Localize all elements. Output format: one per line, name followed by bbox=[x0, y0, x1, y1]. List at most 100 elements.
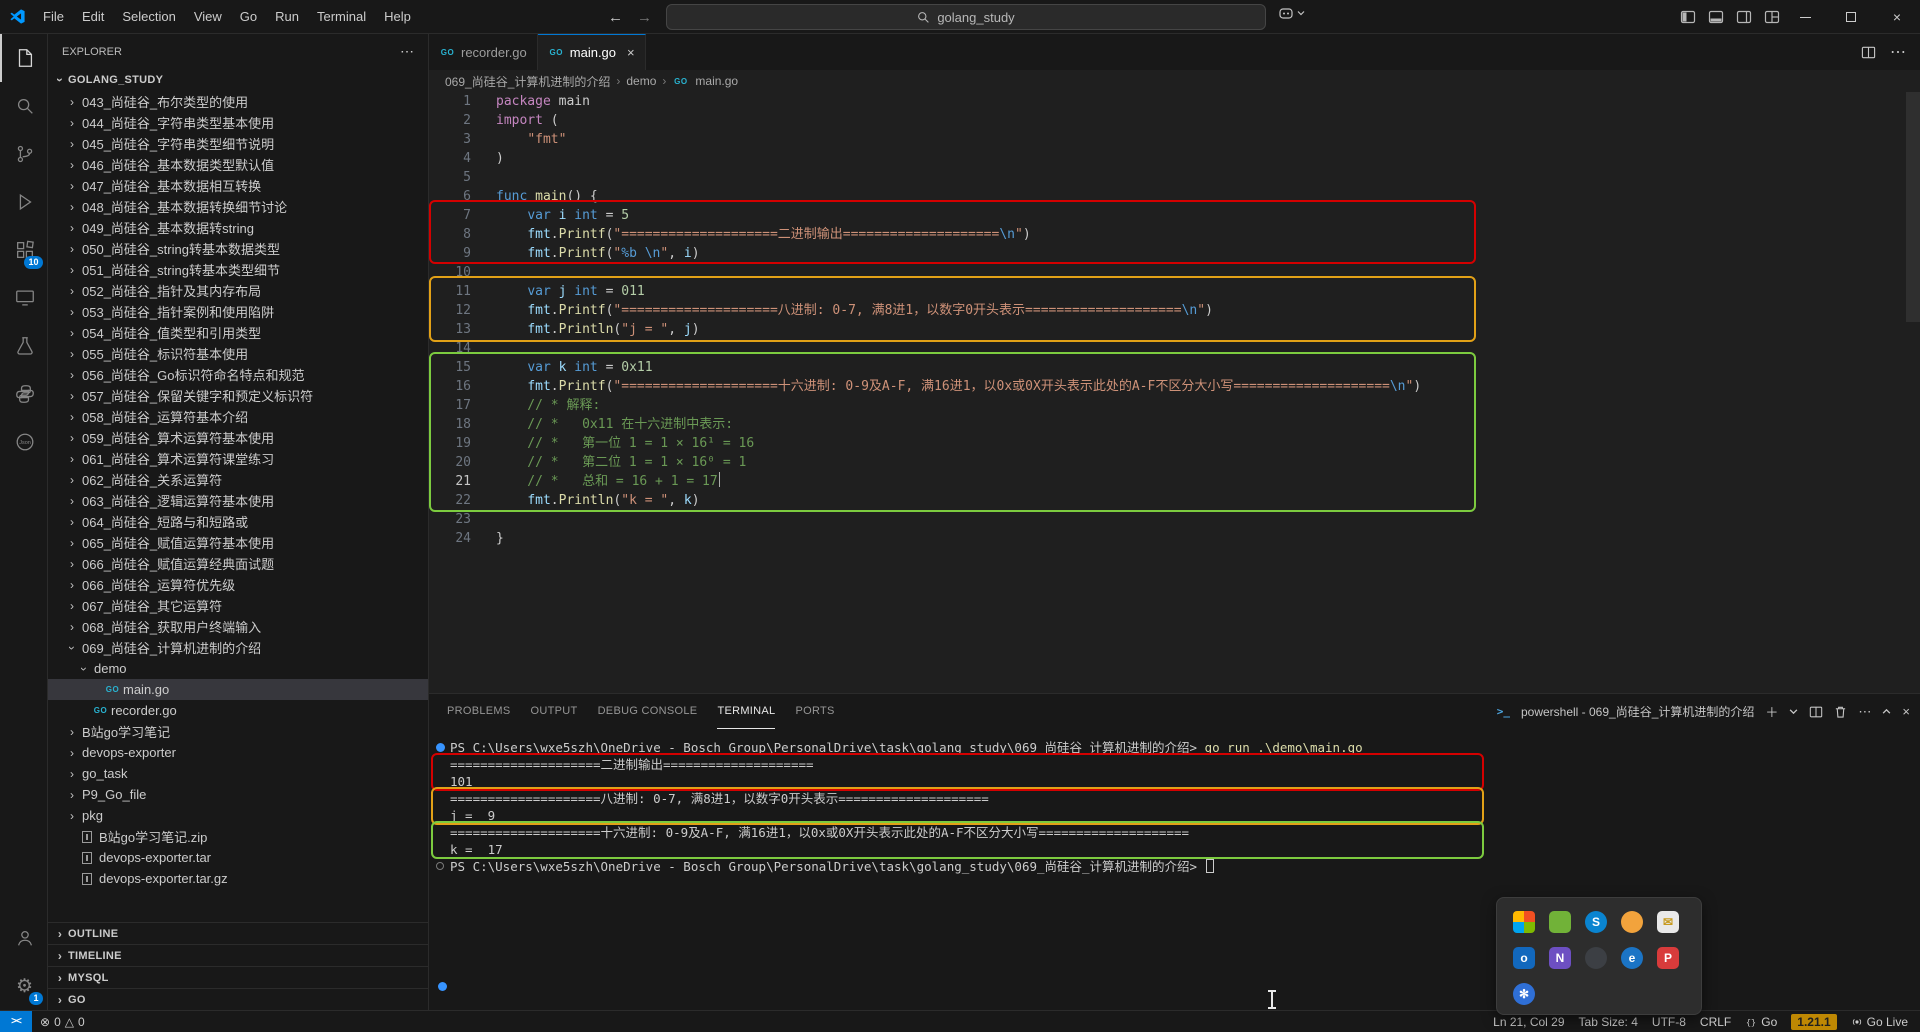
terminal-line[interactable]: j = 9 bbox=[450, 807, 1920, 824]
code-line[interactable]: 12 fmt.Printf("====================八进制: … bbox=[429, 301, 1920, 320]
code-line[interactable]: 9 fmt.Printf("%b \n", i) bbox=[429, 244, 1920, 263]
toggle-panel-icon[interactable] bbox=[1708, 9, 1724, 25]
code-line[interactable]: 3 "fmt" bbox=[429, 130, 1920, 149]
testing-icon[interactable] bbox=[0, 322, 48, 370]
tray-app-icon-2[interactable] bbox=[1549, 911, 1571, 933]
tray-app-icon-11[interactable]: ✻ bbox=[1513, 983, 1535, 1005]
split-terminal-icon[interactable] bbox=[1809, 705, 1823, 719]
panel-tab-problems[interactable]: PROBLEMS bbox=[447, 694, 511, 729]
code-line[interactable]: 22 fmt.Println("k = ", k) bbox=[429, 491, 1920, 510]
tree-item[interactable]: › 069_尚硅谷_计算机进制的介绍 bbox=[48, 637, 428, 658]
line-number[interactable]: 20 bbox=[429, 453, 471, 472]
line-number[interactable]: 24 bbox=[429, 529, 471, 548]
minimize-button[interactable] bbox=[1782, 0, 1828, 34]
section-outline[interactable]: › OUTLINE bbox=[48, 922, 428, 944]
breadcrumb-folder[interactable]: 069_尚硅谷_计算机进制的介绍 bbox=[445, 73, 610, 90]
menu-terminal[interactable]: Terminal bbox=[308, 0, 375, 33]
tree-item[interactable]: › 054_尚硅谷_值类型和引用类型 bbox=[48, 322, 428, 343]
panel-more-icon[interactable]: ⋯ bbox=[1858, 704, 1871, 720]
editor-scrollbar[interactable] bbox=[1906, 92, 1920, 322]
tree-item[interactable]: › 065_尚硅谷_赋值运算符基本使用 bbox=[48, 532, 428, 553]
tree-item[interactable]: › 044_尚硅谷_字符串类型基本使用 bbox=[48, 112, 428, 133]
line-number[interactable]: 15 bbox=[429, 358, 471, 377]
terminal-shell-label[interactable]: powershell - 069_尚硅谷_计算机进制的介绍 bbox=[1521, 703, 1754, 720]
terminal-line[interactable]: ====================八进制: 0-7, 满8进1，以数字0开… bbox=[450, 790, 1920, 807]
panel-tab-output[interactable]: OUTPUT bbox=[531, 694, 578, 729]
line-number[interactable]: 18 bbox=[429, 415, 471, 434]
language-status[interactable]: {} Go bbox=[1745, 1015, 1777, 1029]
customize-layout-icon[interactable] bbox=[1764, 9, 1780, 25]
line-number[interactable]: 2 bbox=[429, 111, 471, 130]
terminal-line[interactable]: PS C:\Users\wxe5szh\OneDrive - Bosch Gro… bbox=[436, 858, 1920, 875]
menu-help[interactable]: Help bbox=[375, 0, 420, 33]
maximize-button[interactable] bbox=[1828, 0, 1874, 34]
breadcrumb-file[interactable]: main.go bbox=[695, 74, 738, 88]
tree-item[interactable]: › 066_尚硅谷_运算符优先级 bbox=[48, 574, 428, 595]
tree-item[interactable]: › P9_Go_file bbox=[48, 784, 428, 805]
tree-item[interactable]: › 063_尚硅谷_逻辑运算符基本使用 bbox=[48, 490, 428, 511]
json-icon[interactable]: Json bbox=[0, 418, 48, 466]
terminal-line[interactable]: k = 17 bbox=[450, 841, 1920, 858]
tab-size-status[interactable]: Tab Size: 4 bbox=[1579, 1015, 1638, 1029]
tree-item[interactable]: › 043_尚硅谷_布尔类型的使用 bbox=[48, 91, 428, 112]
code-line[interactable]: 7 var i int = 5 bbox=[429, 206, 1920, 225]
code-line[interactable]: 4) bbox=[429, 149, 1920, 168]
tree-item[interactable]: GO main.go bbox=[48, 679, 428, 700]
tree-item[interactable]: › 049_尚硅谷_基本数据转string bbox=[48, 217, 428, 238]
line-number[interactable]: 9 bbox=[429, 244, 471, 263]
new-terminal-icon[interactable]: ＋ bbox=[1765, 702, 1778, 721]
code-line[interactable]: 6 func main() { bbox=[429, 187, 1920, 206]
panel-tab-debug-console[interactable]: DEBUG CONSOLE bbox=[598, 694, 698, 729]
tree-item[interactable]: › 050_尚硅谷_string转基本数据类型 bbox=[48, 238, 428, 259]
breadcrumb-folder[interactable]: demo bbox=[626, 74, 656, 88]
menu-view[interactable]: View bbox=[185, 0, 231, 33]
tree-item[interactable]: › 053_尚硅谷_指针案例和使用陷阱 bbox=[48, 301, 428, 322]
tab-main-go[interactable]: GO main.go × bbox=[537, 34, 646, 70]
section-go[interactable]: › GO bbox=[48, 988, 428, 1010]
tree-item[interactable]: › devops-exporter bbox=[48, 742, 428, 763]
tree-item[interactable]: › pkg bbox=[48, 805, 428, 826]
line-number[interactable]: 19 bbox=[429, 434, 471, 453]
code-line[interactable]: 21 // * 总和 = 16 + 1 = 17 bbox=[429, 472, 1920, 491]
toggle-sidebar-icon[interactable] bbox=[1680, 9, 1696, 25]
code-line[interactable]: 11 var j int = 011 bbox=[429, 282, 1920, 301]
line-number[interactable]: 17 bbox=[429, 396, 471, 415]
line-number[interactable]: 1 bbox=[429, 92, 471, 111]
section-mysql[interactable]: › MYSQL bbox=[48, 966, 428, 988]
close-tab-icon[interactable]: × bbox=[627, 45, 635, 60]
tree-item[interactable]: › go_task bbox=[48, 763, 428, 784]
tree-item[interactable]: › 068_尚硅谷_获取用户终端输入 bbox=[48, 616, 428, 637]
code-line[interactable]: 10 bbox=[429, 263, 1920, 282]
tab-recorder-go[interactable]: GO recorder.go bbox=[429, 34, 538, 70]
tray-app-icon-9[interactable]: e bbox=[1621, 947, 1643, 969]
tree-item[interactable]: › 051_尚硅谷_string转基本类型细节 bbox=[48, 259, 428, 280]
terminal-line[interactable]: PS C:\Users\wxe5szh\OneDrive - Bosch Gro… bbox=[436, 739, 1920, 756]
line-number[interactable]: 23 bbox=[429, 510, 471, 529]
tree-item[interactable]: › 052_尚硅谷_指针及其内存布局 bbox=[48, 280, 428, 301]
panel-tab-ports[interactable]: PORTS bbox=[795, 694, 834, 729]
project-root-row[interactable]: › GOLANG_STUDY bbox=[48, 69, 428, 91]
tray-app-icon-8[interactable] bbox=[1585, 947, 1607, 969]
command-center-search[interactable]: golang_study bbox=[666, 4, 1266, 30]
code-editor[interactable]: 1 package main 2 import (3 "fmt" 4) 5 6 func ma… bbox=[429, 92, 1920, 693]
tray-app-icon-7[interactable]: N bbox=[1549, 947, 1571, 969]
tray-app-icon-6[interactable]: o bbox=[1513, 947, 1535, 969]
account-icon[interactable] bbox=[0, 914, 48, 962]
editor-more-icon[interactable]: ⋯ bbox=[1890, 42, 1906, 62]
line-number[interactable]: 3 bbox=[429, 130, 471, 149]
code-line[interactable]: 20 // * 第二位 1 = 1 × 16⁰ = 1 bbox=[429, 453, 1920, 472]
nav-forward-icon[interactable]: → bbox=[637, 9, 652, 26]
tree-item[interactable]: B站go学习笔记.zip bbox=[48, 826, 428, 847]
explorer-more-icon[interactable]: ⋯ bbox=[400, 43, 414, 60]
copilot-icon[interactable] bbox=[1278, 5, 1305, 21]
line-number[interactable]: 13 bbox=[429, 320, 471, 339]
line-number[interactable]: 16 bbox=[429, 377, 471, 396]
cursor-position-status[interactable]: Ln 21, Col 29 bbox=[1493, 1015, 1564, 1029]
tree-item[interactable]: › 064_尚硅谷_短路与和短路或 bbox=[48, 511, 428, 532]
tree-item[interactable]: › 046_尚硅谷_基本数据类型默认值 bbox=[48, 154, 428, 175]
chevron-down-icon[interactable] bbox=[1789, 707, 1798, 716]
terminal-line[interactable]: ====================十六进制: 0-9及A-F, 满16进1… bbox=[450, 824, 1920, 841]
code-line[interactable]: 17 // * 解释: bbox=[429, 396, 1920, 415]
close-panel-icon[interactable]: × bbox=[1902, 704, 1910, 719]
line-number[interactable]: 11 bbox=[429, 282, 471, 301]
